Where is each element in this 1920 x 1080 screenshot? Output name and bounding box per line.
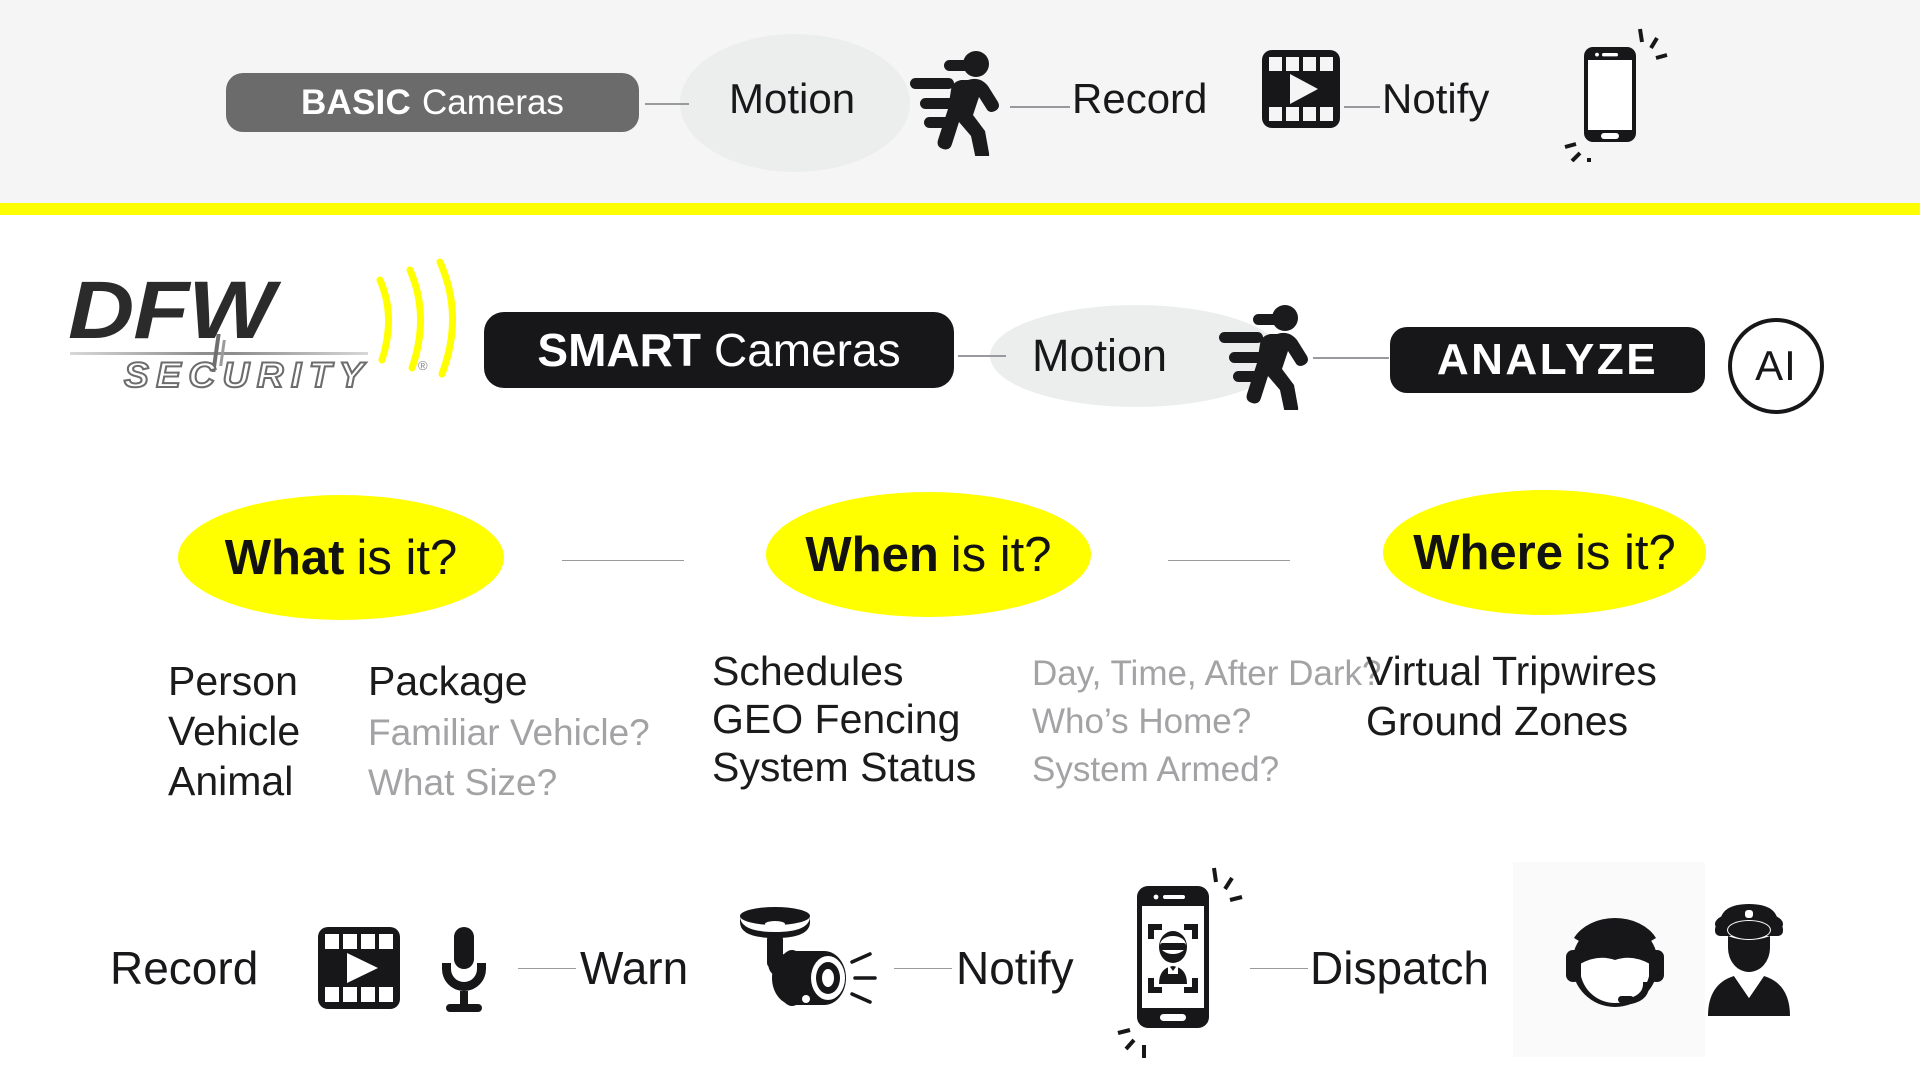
when-secondary-2: Who’s Home? xyxy=(1032,702,1252,741)
film-play-icon xyxy=(1260,48,1342,130)
when-primary-3: System Status xyxy=(712,744,977,790)
when-row-3: System Status System Armed? xyxy=(712,744,1381,792)
connector-action-1 xyxy=(518,968,576,969)
when-row-2: GEO Fencing Who’s Home? xyxy=(712,696,1381,744)
question-ellipse-when: When is it? xyxy=(766,492,1091,617)
analyze-badge: ANALYZE xyxy=(1390,327,1705,393)
where-primary-1: Virtual Tripwires xyxy=(1366,648,1657,694)
when-primary-2: GEO Fencing xyxy=(712,696,961,742)
where-primary-2: Ground Zones xyxy=(1366,698,1629,744)
walking-person-motion-icon-smart xyxy=(1205,300,1317,410)
what-secondary-2: Familiar Vehicle? xyxy=(368,712,650,753)
connector-question-1 xyxy=(562,560,684,561)
connector-action-2 xyxy=(894,968,952,969)
question-when-light: is it? xyxy=(950,527,1052,582)
basic-badge-bold: BASIC xyxy=(301,82,411,122)
headset-operator-icon xyxy=(1560,908,1670,1020)
police-officer-icon xyxy=(1694,900,1804,1020)
question-when-strong: When xyxy=(805,527,939,582)
what-primary-3: Animal xyxy=(168,758,294,804)
action-warn-label: Warn xyxy=(580,942,689,994)
microphone-icon xyxy=(432,925,496,1015)
question-what-strong: What xyxy=(224,530,345,585)
what-row-3: Animal What Size? xyxy=(168,758,650,808)
what-row-2: Vehicle Familiar Vehicle? xyxy=(168,708,650,758)
smart-badge-bold: SMART xyxy=(537,324,701,376)
when-column: Schedules Day, Time, After Dark? GEO Fen… xyxy=(712,648,1381,792)
connector-basic-3 xyxy=(1344,106,1380,108)
smart-badge-light: Cameras xyxy=(713,324,901,376)
film-play-icon-bottom xyxy=(316,925,402,1011)
ai-badge: AI xyxy=(1728,318,1824,414)
when-row-1: Schedules Day, Time, After Dark? xyxy=(712,648,1381,696)
logo-divider-rule xyxy=(70,352,368,355)
action-notify-label: Notify xyxy=(956,942,1074,994)
connector-action-3 xyxy=(1250,968,1308,969)
what-primary-2: Vehicle xyxy=(168,708,301,754)
basic-badge-light: Cameras xyxy=(421,82,564,122)
phone-face-detect-icon xyxy=(1090,860,1250,1060)
question-ellipse-where: Where is it? xyxy=(1383,490,1706,615)
what-column: Person Package Vehicle Familiar Vehicle?… xyxy=(168,658,650,808)
question-where-strong: Where xyxy=(1413,525,1563,580)
question-where-light: is it? xyxy=(1575,525,1676,580)
vibrating-phone-icon xyxy=(1548,22,1670,162)
smart-motion-label: Motion xyxy=(1032,330,1168,381)
connector-question-2 xyxy=(1168,560,1290,561)
action-record-label: Record xyxy=(110,942,259,994)
connector-smart-2 xyxy=(1313,357,1389,359)
question-ellipse-what: What is it? xyxy=(178,495,504,620)
registered-trademark-mark: ® xyxy=(418,358,428,373)
what-row-1: Person Package xyxy=(168,658,650,708)
yellow-divider-bar xyxy=(0,203,1920,215)
smart-cameras-badge: SMART Cameras xyxy=(484,312,954,388)
walking-person-motion-icon xyxy=(896,46,1008,156)
basic-step-motion-label: Motion xyxy=(729,75,856,122)
when-primary-1: Schedules xyxy=(712,648,904,694)
basic-cameras-badge: BASIC Cameras xyxy=(226,73,639,132)
connector-smart-1 xyxy=(958,355,1006,357)
dfw-security-logo: DFW SECURITY xyxy=(68,258,458,396)
basic-step-record-label: Record xyxy=(1072,75,1208,122)
question-what-light: is it? xyxy=(356,530,458,585)
when-secondary-1: Day, Time, After Dark? xyxy=(1032,654,1382,693)
analyze-label: ANALYZE xyxy=(1436,335,1659,384)
action-dispatch-label: Dispatch xyxy=(1310,942,1489,994)
ceiling-bullet-camera-icon xyxy=(724,904,888,1028)
logo-sub-wordmark: SECURITY xyxy=(123,355,371,396)
basic-step-notify-label: Notify xyxy=(1382,75,1490,122)
what-secondary-3: What Size? xyxy=(368,762,558,803)
connector-basic-1 xyxy=(645,103,689,105)
where-row-1: Virtual Tripwires xyxy=(1366,648,1657,698)
logo-wordmark: DFW xyxy=(68,265,275,356)
where-row-2: Ground Zones xyxy=(1366,698,1657,748)
where-column: Virtual Tripwires Ground Zones xyxy=(1366,648,1657,748)
what-secondary-1: Package xyxy=(368,658,528,704)
when-secondary-3: System Armed? xyxy=(1032,750,1280,789)
infographic-page: BASIC Cameras Motion Record Notify DFW S… xyxy=(0,0,1920,1080)
ai-label: AI xyxy=(1755,342,1797,389)
connector-basic-2 xyxy=(1010,106,1070,108)
what-primary-1: Person xyxy=(168,658,298,704)
